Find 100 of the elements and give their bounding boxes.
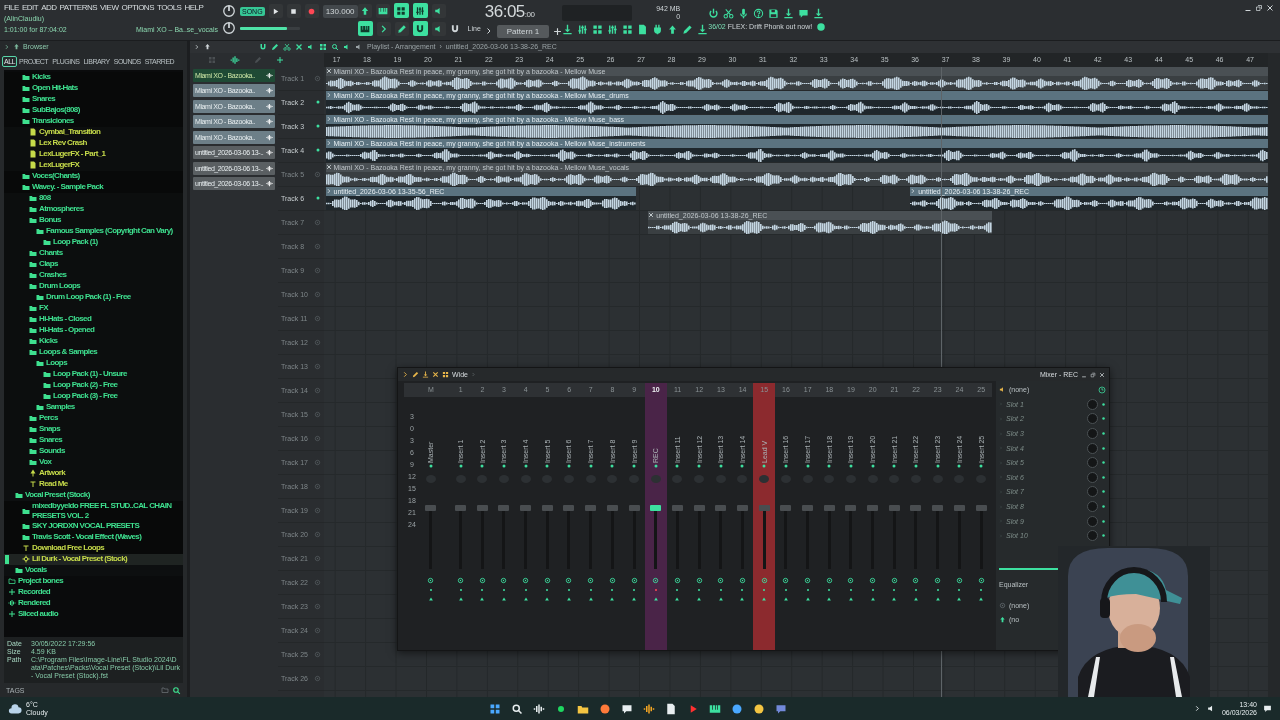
chevron-button[interactable] [376,21,391,36]
ring-icon[interactable] [717,577,725,584]
search-icon[interactable] [331,42,339,51]
ring-icon[interactable] [977,577,985,584]
led-icon[interactable] [1101,489,1106,495]
plug-icon[interactable] [652,23,664,35]
tree-item[interactable]: Project bones [4,575,183,587]
clock-icon[interactable] [1098,385,1106,394]
triangle-icon[interactable] [782,596,789,602]
led-icon[interactable] [739,463,746,469]
triangle-icon[interactable] [427,596,434,602]
tree-item[interactable]: Sliced audio [4,608,183,620]
tree-item[interactable]: Vocals [4,564,183,576]
waveform-icon[interactable] [533,702,545,715]
led-icon[interactable] [587,463,594,469]
volume-slider[interactable] [240,26,287,30]
led-icon[interactable] [978,463,984,469]
magnet-button[interactable] [412,21,428,37]
fader-thumb[interactable] [541,505,553,511]
led-icon[interactable] [500,463,507,469]
fader-thumb[interactable] [975,505,987,511]
arrow-up-button[interactable] [357,3,372,18]
fader-thumb[interactable] [455,505,466,511]
waveform-icon[interactable] [230,54,240,65]
grid-icon[interactable] [442,371,449,378]
fader-thumb[interactable] [520,505,532,511]
restore-icon[interactable] [1090,371,1096,378]
ring-icon[interactable] [912,577,920,584]
fader-thumb[interactable] [736,505,748,511]
fader-thumb[interactable] [715,505,727,511]
led-icon[interactable] [1101,533,1106,539]
arrow-up-icon[interactable] [667,23,679,35]
triangle-icon[interactable] [978,596,984,602]
fader-thumb[interactable] [845,505,857,511]
led-icon[interactable] [696,463,703,469]
ring-icon[interactable] [652,577,660,584]
menu-item[interactable]: VIEW [100,3,119,12]
triangle-icon[interactable] [739,596,746,602]
piano-icon[interactable] [709,702,721,715]
menu-item[interactable]: EDIT [21,3,39,12]
menu-item[interactable]: OPTIONS [121,3,154,12]
fader-thumb[interactable] [498,505,510,511]
led-icon[interactable] [1101,460,1106,466]
led-icon[interactable] [761,463,768,469]
fader-thumb[interactable] [910,505,922,511]
grid-button[interactable] [393,3,409,19]
ring-icon[interactable] [804,577,811,584]
triangle-icon[interactable] [631,596,637,602]
plus-icon[interactable] [276,55,284,64]
fader-thumb[interactable] [671,505,683,511]
fader-thumb[interactable] [476,505,488,511]
scissors-icon[interactable] [723,7,735,19]
chevron-icon[interactable] [194,43,200,50]
search-icon[interactable] [172,685,181,695]
led-icon[interactable] [1101,445,1106,451]
app-icon[interactable] [599,702,611,715]
menu-item[interactable]: PATTERNS [59,3,97,12]
ring-icon[interactable] [890,577,898,584]
fader-thumb[interactable] [606,505,618,511]
fader-thumb[interactable] [693,505,705,511]
fader-thumb[interactable] [650,505,662,511]
ring-icon[interactable] [608,577,616,584]
triangle-icon[interactable] [522,596,529,602]
magnet-icon[interactable] [259,42,267,51]
led-icon[interactable] [674,463,681,469]
tree-item[interactable]: Recorded [4,586,183,598]
led-icon[interactable] [717,463,724,469]
triangle-icon[interactable] [717,596,724,602]
ring-icon[interactable] [955,577,963,584]
ring-icon[interactable] [543,577,551,584]
pattern-selector[interactable]: Pattern 1 [496,24,550,38]
led-icon[interactable] [826,463,833,469]
ring-icon[interactable] [847,577,855,584]
triangle-icon[interactable] [544,596,551,602]
plus-icon[interactable] [553,26,563,36]
arrow-up-icon[interactable] [13,43,20,51]
ring-icon[interactable] [565,577,573,584]
led-icon[interactable] [1101,416,1106,422]
save-icon[interactable] [768,7,780,19]
sliders-icon[interactable] [577,23,589,35]
led-icon[interactable] [869,463,876,469]
led-icon[interactable] [1101,504,1106,510]
triangle-icon[interactable] [847,596,854,602]
file-icon[interactable] [665,702,677,715]
fader-thumb[interactable] [585,505,597,511]
fader-thumb[interactable] [953,505,965,511]
led-icon[interactable] [1101,474,1106,480]
fader-thumb[interactable] [932,505,944,511]
start-icon[interactable] [489,702,501,715]
ring-icon[interactable] [673,577,681,584]
app-icon[interactable] [753,702,765,715]
led-icon[interactable] [912,463,919,469]
grid-icon[interactable] [319,42,327,51]
file-icon[interactable] [637,23,649,35]
led-icon[interactable] [479,463,486,469]
fader-thumb[interactable] [802,505,813,511]
fader-thumb[interactable] [780,505,792,511]
menu-item[interactable]: FILE [4,3,19,12]
chat-icon[interactable] [1263,704,1272,713]
led-icon[interactable] [544,463,551,469]
